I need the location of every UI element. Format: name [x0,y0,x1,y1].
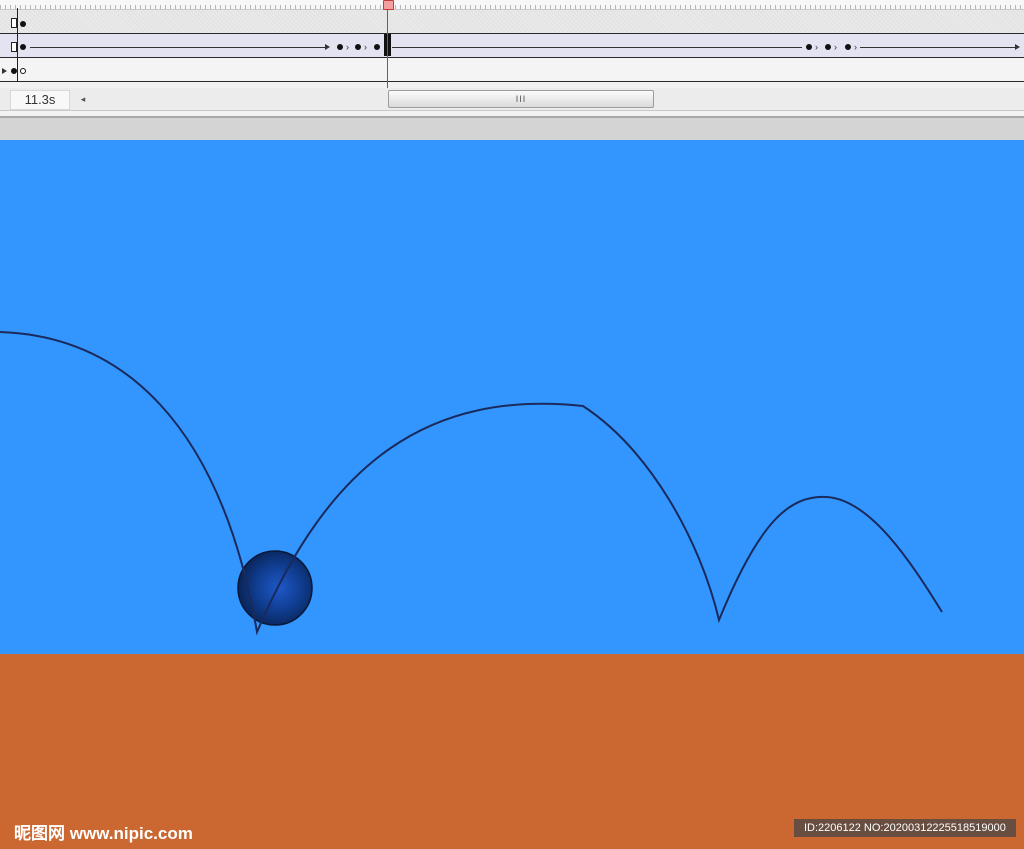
playhead-line [387,0,388,88]
tween-arrow-icon [1015,44,1020,50]
tween-chevron-icon: › [815,42,818,52]
timeline-panel: › › › › › 11.3s ◂ III [0,0,1024,118]
keyframe[interactable] [20,21,26,27]
empty-keyframe[interactable] [20,68,26,74]
motion-guide-path[interactable] [0,331,943,636]
tween-chevron-icon: › [854,42,857,52]
tween-chevron-icon: › [834,42,837,52]
keyframe[interactable] [337,44,343,50]
horizontal-scrollbar-thumb[interactable]: III [388,90,654,108]
panel-divider [0,116,1024,118]
motion-tween-line [860,47,1016,48]
keyframe[interactable] [845,44,851,50]
tween-arrow-icon [325,44,330,50]
keyframe[interactable] [825,44,831,50]
motion-tween-line [392,47,802,48]
tween-chevron-icon: › [364,42,367,52]
stage-canvas [0,331,943,636]
tween-arrow-icon [2,68,7,74]
keyframe[interactable] [355,44,361,50]
playhead-handle[interactable] [383,0,394,10]
keyframe[interactable] [374,44,380,50]
current-time-display: 11.3s [10,90,70,110]
frame-ruler[interactable] [0,0,1024,10]
tween-chevron-icon: › [346,42,349,52]
bouncing-ball[interactable] [237,550,313,626]
motion-tween-line [30,47,326,48]
timeline-layer-1[interactable] [0,10,1024,34]
watermark-site: 昵图网 www.nipic.com [14,824,193,843]
keyframe[interactable] [806,44,812,50]
scroll-left-arrow-icon[interactable]: ◂ [76,92,90,106]
watermark-id: ID:2206122 NO:20200312225518519000 [794,819,1016,837]
layer-divider [17,8,18,82]
keyframe[interactable] [20,44,26,50]
timeline-layer-2[interactable]: › › › › › [0,34,1024,58]
timeline-layer-3[interactable] [0,58,1024,82]
